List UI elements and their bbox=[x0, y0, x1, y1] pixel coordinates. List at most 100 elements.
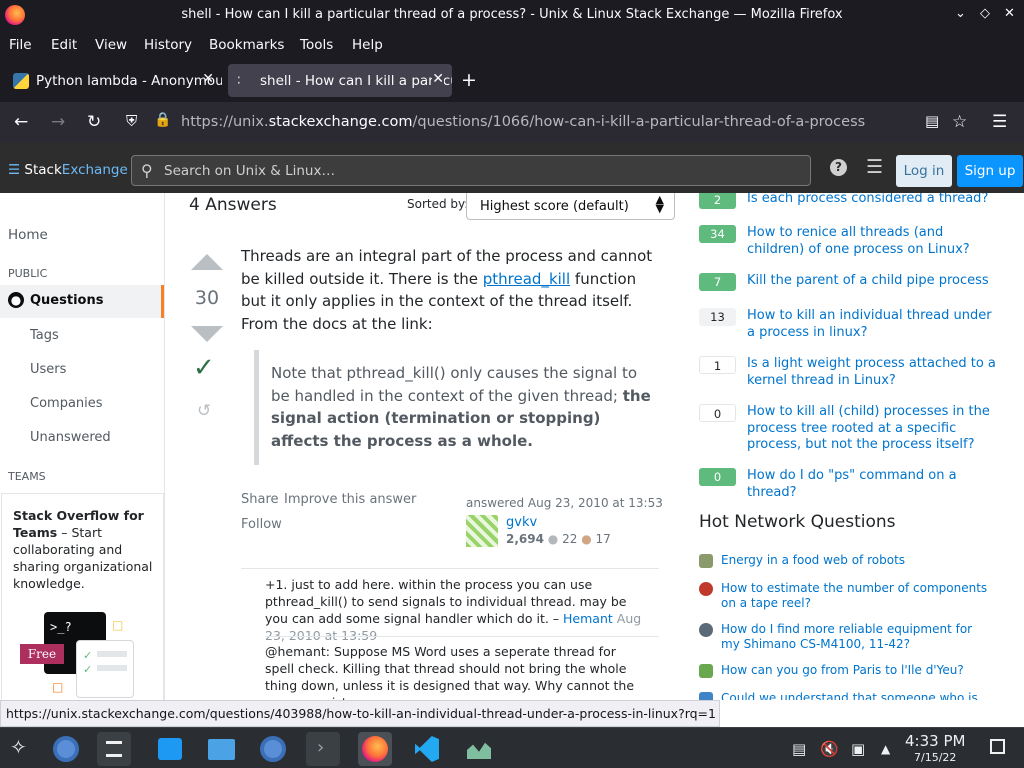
menu-file[interactable]: File bbox=[9, 37, 32, 53]
url-field[interactable]: https://unix.stackexchange.com/questions… bbox=[181, 114, 865, 130]
stackexchange-logo[interactable]: ☰ StackExchange bbox=[8, 162, 128, 178]
show-desktop-icon[interactable] bbox=[990, 739, 1005, 754]
menu-tools[interactable]: Tools bbox=[300, 37, 333, 53]
related-title[interactable]: How to renice all threads (and children)… bbox=[747, 225, 997, 258]
silver-badge-icon: ● bbox=[547, 532, 559, 546]
user-name[interactable]: gvkv bbox=[506, 515, 537, 530]
left-sidebar: Home PUBLIC ● Questions Tags Users Compa… bbox=[0, 193, 165, 700]
vscode-icon[interactable] bbox=[410, 732, 444, 766]
help-icon[interactable]: ? bbox=[830, 159, 847, 176]
hnq-title[interactable]: Energy in a food web of robots bbox=[721, 553, 993, 568]
pthread-kill-link[interactable]: pthread_kill bbox=[483, 270, 570, 288]
hnq-title[interactable]: How can you go from Paris to l'Ile d'Yeu… bbox=[721, 663, 993, 678]
related-title[interactable]: How do I do "ps" command on a thread? bbox=[747, 468, 997, 501]
menu-history[interactable]: History bbox=[144, 37, 192, 53]
system-monitor-icon[interactable] bbox=[462, 732, 496, 766]
tab-unix-se[interactable]: ∶ shell - How can I kill a particul ✕ bbox=[228, 64, 452, 97]
hnq-title[interactable]: How to estimate the number of components… bbox=[721, 581, 993, 611]
clipboard-icon[interactable]: ▤ bbox=[792, 740, 806, 758]
url-prefix: https://unix. bbox=[181, 114, 269, 130]
forward-icon[interactable]: → bbox=[51, 112, 65, 132]
signup-button[interactable]: Sign up bbox=[957, 155, 1023, 187]
app-launcher-icon[interactable]: ✧ bbox=[10, 735, 27, 759]
clock-date[interactable]: 7/15/22 bbox=[914, 751, 956, 764]
menu-help[interactable]: Help bbox=[352, 37, 383, 53]
follow-link[interactable]: Follow bbox=[241, 517, 282, 532]
related-score: 0 bbox=[699, 404, 736, 422]
login-button[interactable]: Log in bbox=[896, 155, 952, 187]
chromium-icon-2[interactable] bbox=[256, 732, 290, 766]
python-favicon bbox=[13, 73, 29, 89]
discover-store-icon[interactable] bbox=[153, 732, 187, 766]
related-title[interactable]: How to kill all (child) processes in the… bbox=[747, 404, 997, 454]
site-icon bbox=[699, 692, 713, 700]
lock-icon[interactable]: 🔒 bbox=[154, 112, 171, 128]
site-icon bbox=[699, 554, 713, 568]
chromium-icon[interactable] bbox=[49, 732, 83, 766]
close-tab-icon[interactable]: ✕ bbox=[432, 71, 444, 87]
user-reputation: 2,694 bbox=[506, 532, 544, 546]
volume-muted-icon[interactable]: 🔇 bbox=[820, 740, 839, 758]
site-switcher-icon[interactable]: ☰ bbox=[866, 156, 883, 178]
improve-answer-link[interactable]: Improve this answer bbox=[284, 492, 416, 507]
related-title[interactable]: How to kill an individual thread under a… bbox=[747, 308, 997, 341]
nav-users[interactable]: Users bbox=[30, 362, 66, 377]
nav-companies[interactable]: Companies bbox=[30, 396, 103, 411]
reader-view-icon[interactable]: ▤ bbox=[925, 112, 939, 130]
user-avatar[interactable] bbox=[466, 515, 498, 547]
shield-icon[interactable]: ⛨ bbox=[126, 112, 137, 130]
comment-1: +1. just to add here. within the process… bbox=[265, 576, 645, 644]
hnq-title[interactable]: Could we understand that someone who is … bbox=[721, 691, 993, 700]
upvote-button[interactable] bbox=[191, 254, 223, 270]
tab-label: shell - How can I kill a particul bbox=[260, 73, 452, 89]
site-icon bbox=[699, 582, 713, 596]
close-window-icon[interactable]: ✕ bbox=[1004, 6, 1015, 21]
network-icon[interactable]: ▣ bbox=[851, 740, 865, 758]
teams-promo: Stack Overflow for Teams – Start collabo… bbox=[1, 493, 164, 700]
nav-tags[interactable]: Tags bbox=[30, 328, 59, 343]
close-tab-icon[interactable]: ✕ bbox=[202, 71, 214, 87]
file-manager-icon[interactable] bbox=[204, 732, 238, 766]
tab-python-lambda[interactable]: Python lambda - Anonymou ✕ bbox=[4, 64, 222, 97]
menu-bookmarks[interactable]: Bookmarks bbox=[209, 37, 284, 53]
bookmark-star-icon[interactable]: ☆ bbox=[952, 112, 967, 132]
comment-text: @hemant: Suppose MS Word uses a seperate… bbox=[265, 644, 635, 700]
minimize-icon[interactable]: ⌄ bbox=[955, 6, 966, 21]
related-title[interactable]: Is each process considered a thread? bbox=[747, 193, 997, 208]
main-content: 4 Answers Sorted by: Highest score (defa… bbox=[165, 193, 675, 700]
url-domain: stackexchange.com bbox=[268, 114, 413, 130]
sort-select[interactable]: Highest score (default) ▲ ▼ bbox=[466, 193, 675, 220]
comment-divider bbox=[265, 636, 659, 637]
terminal-icon[interactable]: › bbox=[306, 732, 340, 766]
downvote-button[interactable] bbox=[191, 326, 223, 342]
se-logo-icon: ☰ bbox=[8, 162, 21, 178]
hamburger-menu-icon[interactable]: ☰ bbox=[992, 112, 1007, 132]
related-title[interactable]: Is a light weight process attached to a … bbox=[747, 356, 997, 389]
share-link[interactable]: Share bbox=[241, 492, 279, 507]
quote-text: Note that pthread_kill() only causes the… bbox=[271, 364, 638, 405]
right-sidebar: 2 Is each process considered a thread? 3… bbox=[690, 193, 1024, 700]
nav-home[interactable]: Home bbox=[8, 227, 48, 243]
vote-count: 30 bbox=[194, 287, 220, 309]
nav-unanswered[interactable]: Unanswered bbox=[30, 430, 111, 445]
tray-expand-icon[interactable]: ▲ bbox=[881, 742, 890, 756]
status-url-overlay: https://unix.stackexchange.com/questions… bbox=[0, 700, 720, 727]
search-input[interactable]: ⚲ Search on Unix & Linux… bbox=[131, 155, 811, 186]
clock-time[interactable]: 4:33 PM bbox=[905, 732, 965, 750]
nav-questions[interactable]: ● Questions bbox=[0, 285, 164, 318]
back-icon[interactable]: ← bbox=[14, 112, 28, 132]
menu-view[interactable]: View bbox=[95, 37, 127, 53]
site-header: ☰ StackExchange ⚲ Search on Unix & Linux… bbox=[0, 143, 1024, 193]
hnq-title[interactable]: How do I find more reliable equipment fo… bbox=[721, 622, 993, 652]
menu-edit[interactable]: Edit bbox=[51, 37, 77, 53]
history-icon[interactable]: ↺ bbox=[197, 401, 211, 421]
comment-user[interactable]: Hemant bbox=[563, 611, 613, 626]
reload-icon[interactable]: ↻ bbox=[87, 112, 101, 132]
related-title[interactable]: Kill the parent of a child pipe process bbox=[747, 273, 997, 290]
system-settings-icon[interactable] bbox=[97, 732, 131, 766]
firefox-taskbar-icon[interactable] bbox=[358, 732, 392, 766]
maximize-icon[interactable]: ◇ bbox=[980, 6, 990, 21]
sort-select-value: Highest score (default) bbox=[480, 199, 629, 214]
new-tab-icon[interactable]: + bbox=[461, 69, 477, 91]
answers-count: 4 Answers bbox=[189, 195, 277, 215]
